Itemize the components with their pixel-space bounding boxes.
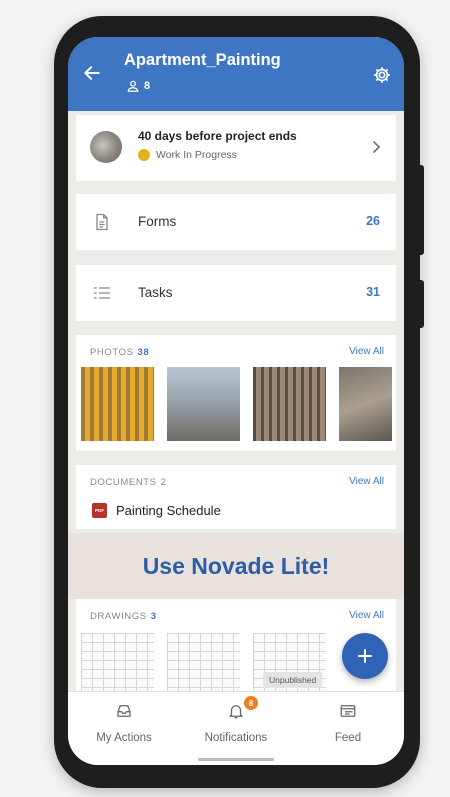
chevron-right-icon xyxy=(373,141,381,153)
gear-icon[interactable] xyxy=(372,65,392,85)
status-row: Work In Progress xyxy=(138,149,237,161)
inbox-icon xyxy=(117,705,131,717)
documents-view-all-link[interactable]: View All xyxy=(349,476,384,487)
documents-label: DOCUMENTS xyxy=(90,477,157,488)
members-count-value: 8 xyxy=(144,80,151,92)
nav-label: My Actions xyxy=(96,732,152,744)
promo-banner[interactable]: Use Novade Lite! xyxy=(68,533,404,599)
notification-badge: 8 xyxy=(244,696,258,710)
nav-notifications[interactable]: 8 Notifications xyxy=(180,696,292,744)
deadline-text: 40 days before project ends xyxy=(138,129,297,143)
project-status-card[interactable]: 40 days before project ends Work In Prog… xyxy=(76,115,396,181)
add-button[interactable] xyxy=(342,633,388,679)
checklist-icon xyxy=(93,287,111,299)
photo-thumbnail[interactable] xyxy=(167,367,240,441)
feed-icon xyxy=(340,705,356,717)
app-header: Apartment_Painting 8 xyxy=(68,37,404,111)
drawings-header: DRAWINGS 3 xyxy=(90,611,157,622)
drawings-label: DRAWINGS xyxy=(90,611,147,622)
drawing-thumbnail[interactable] xyxy=(167,633,240,691)
unpublished-badge: Unpublished xyxy=(263,672,323,688)
photo-thumbnail[interactable] xyxy=(339,367,392,441)
phone-side-button xyxy=(418,280,424,328)
nav-feed[interactable]: Feed xyxy=(292,702,404,744)
nav-label: Feed xyxy=(334,732,362,744)
document-icon xyxy=(96,213,108,231)
tasks-count: 31 xyxy=(366,285,380,299)
tasks-label: Tasks xyxy=(138,285,173,300)
project-title: Apartment_Painting xyxy=(124,51,281,69)
status-dot-icon xyxy=(138,149,150,161)
photos-label: PHOTOS xyxy=(90,347,134,358)
photos-count: 38 xyxy=(137,347,150,358)
app-screen: Apartment_Painting 8 40 days before proj… xyxy=(68,37,404,765)
person-icon xyxy=(127,80,139,92)
photo-thumbnail[interactable] xyxy=(253,367,326,441)
photos-section: PHOTOS 38 View All xyxy=(76,335,396,451)
tasks-row[interactable]: Tasks 31 xyxy=(76,265,396,321)
documents-count: 2 xyxy=(160,477,167,488)
document-item[interactable]: Painting Schedule xyxy=(116,503,221,518)
photos-header: PHOTOS 38 xyxy=(90,347,149,358)
plus-icon xyxy=(358,649,372,663)
bottom-navigation: My Actions 8 Notifications Feed xyxy=(68,691,404,765)
forms-row[interactable]: Forms 26 xyxy=(76,194,396,250)
pdf-icon: PDF xyxy=(92,503,107,518)
photos-view-all-link[interactable]: View All xyxy=(349,346,384,357)
home-indicator xyxy=(198,758,274,761)
nav-label: Notifications xyxy=(204,732,268,744)
drawing-thumbnail[interactable] xyxy=(81,633,154,691)
forms-count: 26 xyxy=(366,214,380,228)
documents-header: DOCUMENTS 2 xyxy=(90,477,167,488)
documents-section: DOCUMENTS 2 View All PDF Painting Schedul… xyxy=(76,465,396,529)
photo-thumbnail[interactable] xyxy=(81,367,154,441)
drawings-view-all-link[interactable]: View All xyxy=(349,610,384,621)
drawings-count: 3 xyxy=(150,611,157,622)
arrow-left-icon[interactable] xyxy=(82,63,102,83)
phone-side-button xyxy=(418,165,424,255)
forms-label: Forms xyxy=(138,214,177,229)
members-count[interactable]: 8 xyxy=(126,79,150,93)
bell-icon xyxy=(229,705,243,719)
project-thumbnail xyxy=(90,131,122,163)
nav-my-actions[interactable]: My Actions xyxy=(68,702,180,744)
status-label: Work In Progress xyxy=(156,149,237,161)
